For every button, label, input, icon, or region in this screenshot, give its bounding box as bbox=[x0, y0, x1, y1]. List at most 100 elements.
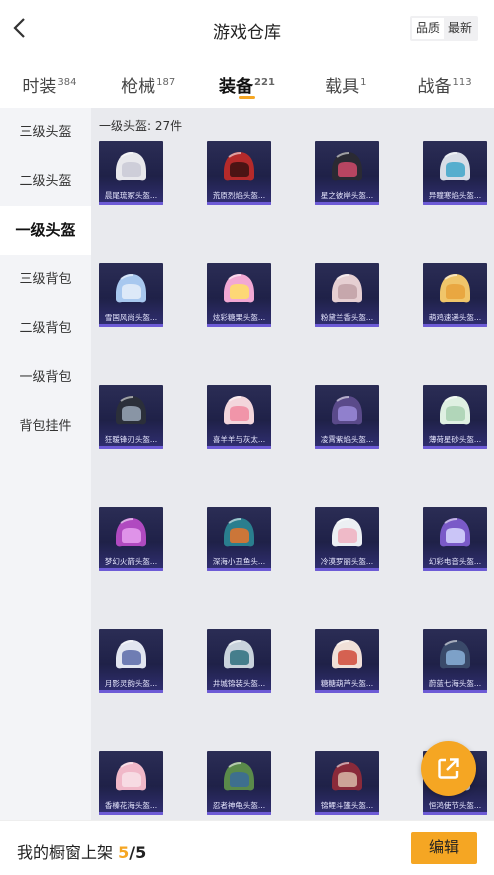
helmet-item-name: 蔚蓝七海头盔... bbox=[428, 679, 482, 688]
helmet-item-name: 萌鸡速递头盔... bbox=[428, 313, 482, 322]
tab-count: 1 bbox=[360, 77, 367, 89]
helmet-item-name: 星之彼岸头盔... bbox=[320, 191, 374, 200]
item-grid-panel: 一级头盔: 27件 晨尾琉冢头盔... 荒原烈焰头盔... 星之彼岸头盔... 异瞳寒… bbox=[91, 108, 494, 820]
helmet-icon bbox=[116, 762, 146, 791]
helmet-icon bbox=[440, 640, 470, 669]
tab-4[interactable]: 战备113 bbox=[395, 58, 494, 106]
helmet-item-name: 香榛花海头盔... bbox=[104, 801, 158, 810]
helmet-item-card[interactable]: 井城锦装头盔... bbox=[207, 629, 271, 693]
showcase-label: 我的橱窗上架 bbox=[17, 843, 114, 862]
sidebar-item[interactable]: 一级头盔 bbox=[0, 206, 91, 255]
sort-latest-button[interactable]: 最新 bbox=[444, 18, 476, 39]
helmet-item-card[interactable]: 喜羊羊与灰太... bbox=[207, 385, 271, 449]
helmet-item-name: 凌霄紫焰头盔... bbox=[320, 435, 374, 444]
helmet-icon bbox=[116, 518, 146, 547]
tab-1[interactable]: 枪械187 bbox=[99, 58, 198, 106]
helmet-item-name: 梦幻火箭头盔... bbox=[104, 557, 158, 566]
helmet-item-card[interactable]: 萌鸡速递头盔... bbox=[423, 263, 487, 327]
helmet-item-card[interactable]: 锦鲤斗篷头盔... bbox=[315, 751, 379, 815]
sidebar-item[interactable]: 二级头盔 bbox=[0, 157, 91, 206]
helmet-icon bbox=[332, 274, 362, 303]
helmet-item-name: 炫彩糖果头盔... bbox=[212, 313, 266, 322]
tab-label: 时装 bbox=[22, 77, 57, 97]
helmet-icon bbox=[224, 274, 254, 303]
helmet-item-name: 糖糖葫芦头盔... bbox=[320, 679, 374, 688]
helmet-icon bbox=[116, 640, 146, 669]
helmet-item-card[interactable]: 深海小丑鱼头... bbox=[207, 507, 271, 571]
bottom-bar: 我的橱窗上架 5/5 编辑 bbox=[0, 820, 494, 875]
tab-count: 221 bbox=[254, 77, 275, 89]
helmet-item-card[interactable]: 幻彩电音头盔... bbox=[423, 507, 487, 571]
helmet-item-card[interactable]: 星之彼岸头盔... bbox=[315, 141, 379, 205]
sidebar: 三级头盔 二级头盔 一级头盔 三级背包 二级背包 一级背包 背包挂件 bbox=[0, 108, 91, 820]
helmet-item-card[interactable]: 炫彩糖果头盔... bbox=[207, 263, 271, 327]
helmet-item-card[interactable]: 月影灵韵头盔... bbox=[99, 629, 163, 693]
helmet-item-name: 异瞳寒焰头盔... bbox=[428, 191, 482, 200]
helmet-item-card[interactable]: 糖糖葫芦头盔... bbox=[315, 629, 379, 693]
sort-toggle: 品质 最新 bbox=[409, 16, 478, 41]
helmet-icon bbox=[224, 762, 254, 791]
helmet-item-card[interactable]: 薄荷星砂头盔... bbox=[423, 385, 487, 449]
sort-quality-button[interactable]: 品质 bbox=[411, 18, 444, 39]
helmet-item-card[interactable]: 粉黛兰香头盔... bbox=[315, 263, 379, 327]
section-title: 一级头盔: 27件 bbox=[99, 119, 183, 133]
helmet-item-card[interactable]: 晨尾琉冢头盔... bbox=[99, 141, 163, 205]
tab-active-indicator bbox=[238, 96, 255, 99]
tab-0[interactable]: 时装384 bbox=[0, 58, 99, 106]
tab-label: 载具 bbox=[325, 77, 360, 97]
helmet-item-card[interactable]: 冷漠罗丽头盔... bbox=[315, 507, 379, 571]
helmet-item-card[interactable]: 香榛花海头盔... bbox=[99, 751, 163, 815]
helmet-icon bbox=[332, 396, 362, 425]
tab-label: 战备 bbox=[417, 77, 452, 97]
helmet-icon bbox=[440, 518, 470, 547]
showcase-count: 5 bbox=[118, 843, 130, 862]
helmet-item-card[interactable]: 雪国风尚头盔... bbox=[99, 263, 163, 327]
helmet-item-card[interactable]: 凌霄紫焰头盔... bbox=[315, 385, 379, 449]
tab-2[interactable]: 装备221 bbox=[198, 58, 297, 106]
helmet-icon bbox=[224, 152, 254, 181]
showcase-status: 我的橱窗上架 5/5 bbox=[17, 839, 146, 863]
helmet-item-name: 幻彩电音头盔... bbox=[428, 557, 482, 566]
tab-count: 187 bbox=[156, 77, 176, 89]
share-button[interactable] bbox=[421, 741, 476, 796]
helmet-item-name: 井城锦装头盔... bbox=[212, 679, 266, 688]
showcase-total: /5 bbox=[129, 843, 147, 862]
helmet-icon bbox=[440, 274, 470, 303]
sidebar-item[interactable]: 二级背包 bbox=[0, 304, 91, 353]
helmet-icon bbox=[332, 640, 362, 669]
edit-button[interactable]: 编辑 bbox=[411, 832, 477, 864]
external-link-icon bbox=[438, 758, 459, 779]
category-tabs: 时装384 枪械187 装备221 载具1 战备113 bbox=[0, 58, 494, 106]
helmet-icon bbox=[116, 152, 146, 181]
tab-count: 113 bbox=[452, 77, 472, 89]
helmet-icon bbox=[116, 396, 146, 425]
helmet-item-name: 深海小丑鱼头... bbox=[212, 557, 266, 566]
top-bar: 游戏仓库 品质 最新 bbox=[0, 0, 494, 58]
helmet-item-name: 忍者神龟头盔... bbox=[212, 801, 266, 810]
helmet-item-card[interactable]: 异瞳寒焰头盔... bbox=[423, 141, 487, 205]
helmet-item-card[interactable]: 荒原烈焰头盔... bbox=[207, 141, 271, 205]
sidebar-item[interactable]: 三级背包 bbox=[0, 255, 91, 304]
helmet-item-name: 晨尾琉冢头盔... bbox=[104, 191, 158, 200]
sidebar-item[interactable]: 背包挂件 bbox=[0, 402, 91, 451]
tab-label: 枪械 bbox=[121, 77, 156, 97]
helmet-item-name: 恒鸿使节头盔... bbox=[428, 801, 482, 810]
helmet-item-name: 冷漠罗丽头盔... bbox=[320, 557, 374, 566]
helmet-item-name: 月影灵韵头盔... bbox=[104, 679, 158, 688]
helmet-item-card[interactable]: 梦幻火箭头盔... bbox=[99, 507, 163, 571]
helmet-icon bbox=[440, 396, 470, 425]
helmet-icon bbox=[440, 152, 470, 181]
helmet-item-card[interactable]: 狂暖锋刃头盔... bbox=[99, 385, 163, 449]
helmet-item-name: 荒原烈焰头盔... bbox=[212, 191, 266, 200]
helmet-icon bbox=[224, 518, 254, 547]
sidebar-item[interactable]: 一级背包 bbox=[0, 353, 91, 402]
helmet-item-card[interactable]: 忍者神龟头盔... bbox=[207, 751, 271, 815]
helmet-item-name: 粉黛兰香头盔... bbox=[320, 313, 374, 322]
tab-3[interactable]: 载具1 bbox=[296, 58, 395, 106]
helmet-item-card[interactable]: 蔚蓝七海头盔... bbox=[423, 629, 487, 693]
tab-label: 装备 bbox=[219, 77, 254, 97]
helmet-icon bbox=[332, 152, 362, 181]
helmet-icon bbox=[332, 762, 362, 791]
helmet-icon bbox=[116, 274, 146, 303]
sidebar-item[interactable]: 三级头盔 bbox=[0, 108, 91, 157]
